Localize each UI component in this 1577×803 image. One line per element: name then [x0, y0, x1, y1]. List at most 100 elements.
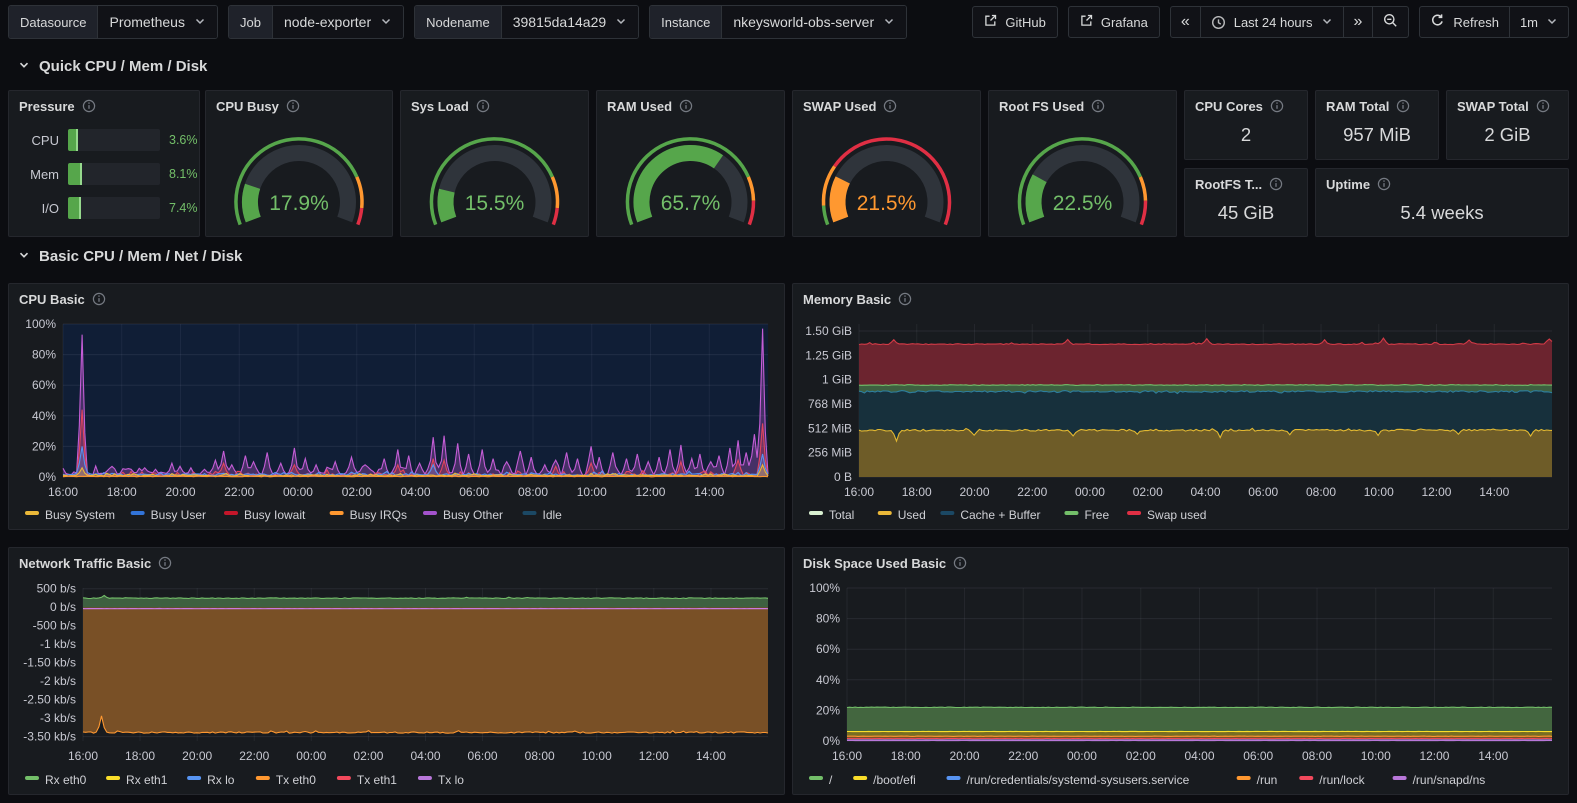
info-icon[interactable] — [953, 556, 967, 570]
pressure-value: 7.4% — [169, 201, 198, 215]
x-axis-tick: 06:00 — [1248, 485, 1278, 499]
filter-value-dropdown-instance[interactable]: nkeysworld-obs-server — [722, 6, 906, 38]
legend-item-tx-lo[interactable]: Tx lo — [438, 773, 464, 787]
zoom-out-time-button[interactable] — [1373, 7, 1408, 37]
legend-item--run[interactable]: /run — [1257, 773, 1278, 787]
external-link-icon — [1080, 14, 1093, 30]
panel-title[interactable]: Pressure — [19, 99, 75, 114]
double-chevron-right-icon: » — [1354, 14, 1363, 30]
grafana-link-button[interactable]: Grafana — [1068, 6, 1160, 38]
legend-item--run-lock[interactable]: /run/lock — [1319, 773, 1365, 787]
legend-item-idle[interactable]: Idle — [543, 508, 563, 522]
panel-title[interactable]: RAM Used — [607, 99, 672, 114]
section-quick-cpu-mem-disk[interactable]: Quick CPU / Mem / Disk — [18, 58, 207, 75]
legend-item-total[interactable]: Total — [829, 508, 854, 522]
refresh-icon — [1430, 13, 1445, 31]
panel-header: SWAP Total — [1447, 91, 1568, 119]
info-icon[interactable] — [679, 99, 693, 113]
pressure-value: 8.1% — [169, 167, 198, 181]
x-axis-tick: 00:00 — [1067, 749, 1097, 763]
refresh-interval-picker[interactable]: 1m — [1510, 7, 1568, 37]
panel-title[interactable]: Uptime — [1326, 177, 1370, 192]
x-axis-tick: 12:00 — [1421, 485, 1451, 499]
panel-title[interactable]: CPU Busy — [216, 99, 279, 114]
info-icon[interactable] — [82, 99, 96, 113]
filter-value: 39815da14a29 — [513, 14, 606, 30]
panel-title[interactable]: SWAP Total — [1457, 99, 1529, 114]
y-axis-tick: 0 b/s — [50, 600, 76, 614]
y-axis-tick: 768 MiB — [808, 397, 852, 411]
info-icon[interactable] — [1270, 99, 1284, 113]
info-icon[interactable] — [476, 99, 490, 113]
info-icon[interactable] — [898, 292, 912, 306]
legend-item--boot-efi[interactable]: /boot/efi — [873, 773, 916, 787]
info-icon[interactable] — [1396, 99, 1410, 113]
link-label: GitHub — [1005, 15, 1045, 30]
info-icon[interactable] — [1269, 177, 1283, 191]
legend-item-busy-other[interactable]: Busy Other — [443, 508, 503, 522]
info-icon[interactable] — [883, 99, 897, 113]
legend-item-tx-eth1[interactable]: Tx eth1 — [357, 773, 397, 787]
x-axis-tick: 22:00 — [1017, 485, 1047, 499]
legend-item--run-snapd-ns[interactable]: /run/snapd/ns — [1413, 773, 1486, 787]
y-axis-tick: 60% — [816, 642, 840, 656]
panel-title[interactable]: RootFS T... — [1195, 177, 1262, 192]
pressure-label: CPU — [23, 133, 59, 148]
info-icon[interactable] — [158, 556, 172, 570]
legend-item-rx-eth1[interactable]: Rx eth1 — [126, 773, 168, 787]
panel-header: RootFS T... — [1185, 169, 1307, 197]
github-link-button[interactable]: GitHub — [972, 6, 1057, 38]
info-icon[interactable] — [286, 99, 300, 113]
disk-basic-svg: 0%20%40%60%80%100%16:0018:0020:0022:0000… — [793, 548, 1566, 792]
filter-value-dropdown-job[interactable]: node-exporter — [273, 6, 403, 38]
legend-item-cache-buffer[interactable]: Cache + Buffer — [960, 508, 1040, 522]
legend-item--run-credentials-systemd-sysusers-service[interactable]: /run/credentials/systemd-sysusers.servic… — [967, 773, 1190, 787]
y-axis-tick: 80% — [32, 348, 56, 362]
gauge: 21.5% — [793, 119, 980, 231]
info-icon[interactable] — [1536, 99, 1550, 113]
info-icon[interactable] — [1377, 177, 1391, 191]
legend-item-busy-iowait[interactable]: Busy Iowait — [244, 508, 306, 522]
panel-pressure: Pressure CPU3.6%Mem8.1%I/O7.4% — [8, 90, 200, 237]
legend-item-tx-eth0[interactable]: Tx eth0 — [276, 773, 316, 787]
x-axis-tick: 20:00 — [950, 749, 980, 763]
time-range-picker[interactable]: Last 24 hours — [1201, 7, 1344, 37]
panel-title[interactable]: Sys Load — [411, 99, 469, 114]
gauge-value: 65.7% — [661, 192, 721, 215]
time-shift-forward-button[interactable]: » — [1344, 7, 1374, 37]
x-axis-tick: 04:00 — [1184, 749, 1214, 763]
chevron-down-icon — [18, 248, 30, 265]
filter-label: Job — [229, 6, 273, 38]
x-axis-tick: 08:00 — [518, 485, 548, 499]
info-icon[interactable] — [1091, 99, 1105, 113]
chevron-down-icon — [380, 14, 392, 30]
legend-item--[interactable]: / — [829, 773, 833, 787]
legend-item-rx-eth0[interactable]: Rx eth0 — [45, 773, 87, 787]
legend-item-busy-system[interactable]: Busy System — [45, 508, 115, 522]
filter-value: nkeysworld-obs-server — [733, 14, 874, 30]
legend-item-rx-lo[interactable]: Rx lo — [207, 773, 235, 787]
panel-title[interactable]: Root FS Used — [999, 99, 1084, 114]
filter-value-dropdown-nodename[interactable]: 39815da14a29 — [502, 6, 638, 38]
panel-header: Root FS Used — [989, 91, 1176, 119]
x-axis-tick: 14:00 — [1478, 749, 1508, 763]
time-shift-back-button[interactable]: « — [1171, 7, 1201, 37]
legend-item-busy-irqs[interactable]: Busy IRQs — [350, 508, 407, 522]
filter-value-dropdown-datasource[interactable]: Prometheus — [98, 6, 216, 38]
legend-item-swap-used[interactable]: Swap used — [1147, 508, 1206, 522]
section-title: Quick CPU / Mem / Disk — [39, 58, 207, 75]
section-basic-cpu-mem-net-disk[interactable]: Basic CPU / Mem / Net / Disk — [18, 248, 242, 265]
legend-item-free[interactable]: Free — [1084, 508, 1109, 522]
panel-title[interactable]: RAM Total — [1326, 99, 1389, 114]
x-axis-tick: 02:00 — [1133, 485, 1163, 499]
panel-title[interactable]: CPU Cores — [1195, 99, 1263, 114]
panel-header: CPU Cores — [1185, 91, 1307, 119]
legend-item-used[interactable]: Used — [898, 508, 926, 522]
refresh-button[interactable]: Refresh — [1420, 7, 1510, 37]
panel-cpu-busy: CPU Busy17.9% — [205, 90, 393, 237]
legend-item-busy-user[interactable]: Busy User — [151, 508, 206, 522]
panel-title[interactable]: SWAP Used — [803, 99, 876, 114]
panel-header: RAM Used — [597, 91, 784, 119]
pressure-bar-gauge — [68, 163, 160, 185]
info-icon[interactable] — [92, 292, 106, 306]
